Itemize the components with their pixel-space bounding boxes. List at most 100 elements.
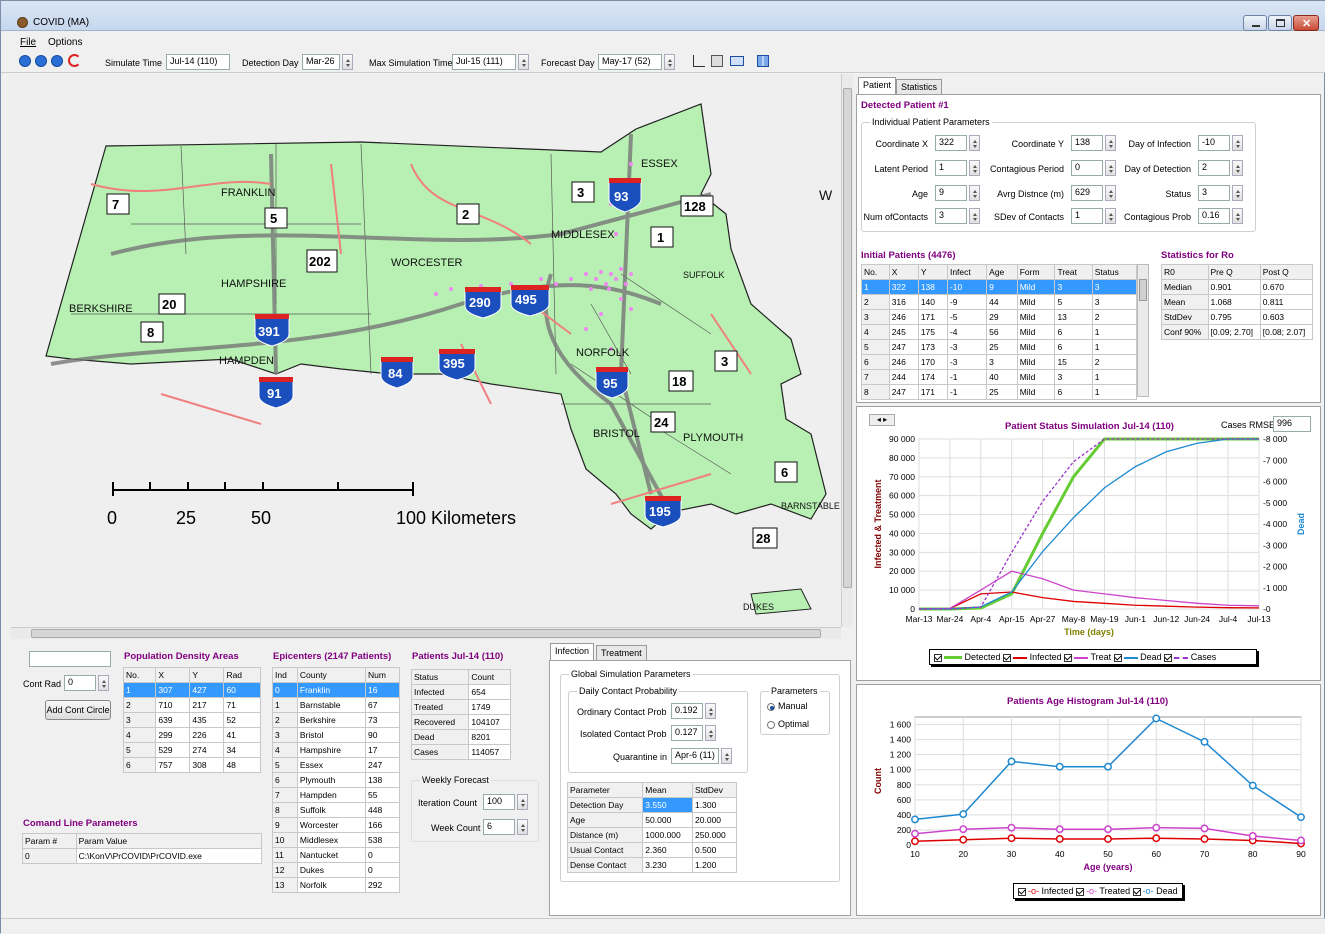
column-header[interactable]: Post Q (1259, 264, 1314, 280)
table-row[interactable]: 5 Essex 247 (272, 757, 400, 773)
ordinary-prob-field[interactable]: 0.192 (671, 703, 703, 719)
map-view[interactable]: FRANKLIN HAMPSHIRE BERKSHIRE HAMPDEN WOR… (11, 74, 841, 627)
patient-field-spinner[interactable] (969, 160, 980, 176)
patient-field-spinner[interactable] (1232, 135, 1243, 151)
patient-field-spinner[interactable] (1105, 208, 1116, 224)
table-row[interactable]: Usual Contact 2.360 0.500 (566, 842, 737, 858)
table-row[interactable]: 4 299 226 41 (122, 727, 261, 743)
table-row[interactable]: 5 529 274 34 (122, 742, 261, 758)
menu-options[interactable]: Options (48, 37, 82, 48)
column-header[interactable]: No. (861, 264, 890, 280)
table-row[interactable]: 8 Suffolk 448 (272, 802, 400, 818)
column-header[interactable]: Age (986, 264, 1018, 280)
table-row[interactable]: 3 Bristol 90 (272, 727, 400, 743)
first-icon[interactable] (19, 55, 31, 67)
patient-field-value[interactable]: 3 (935, 208, 967, 224)
patient-field-spinner[interactable] (1232, 185, 1243, 201)
county-input[interactable] (29, 651, 111, 667)
table-row[interactable]: 2 Berkshire 73 (272, 712, 400, 728)
table-row[interactable]: 9 Worcester 166 (272, 817, 400, 833)
legend-cases[interactable]: Cases (1164, 652, 1216, 662)
tab-treatment[interactable]: Treatment (596, 645, 647, 661)
legend-age-dead[interactable]: -o- Dead (1132, 886, 1178, 896)
week-count-field[interactable]: 6 (483, 819, 515, 835)
table-row[interactable]: 13 Norfolk 292 (272, 877, 400, 893)
refresh-icon[interactable] (68, 54, 81, 67)
max-sim-time-field[interactable]: Jul-15 (111) (452, 54, 516, 70)
column-header[interactable]: County (296, 667, 367, 683)
column-header[interactable]: Ind (272, 667, 298, 683)
table-row[interactable]: 7 Hampden 55 (272, 787, 400, 803)
table-row[interactable]: Treated 1749 (410, 699, 511, 715)
iteration-field[interactable]: 100 (483, 794, 515, 810)
map-horizontal-scrollbar[interactable] (11, 627, 841, 639)
table-row[interactable]: Recovered 104107 (410, 714, 511, 730)
patient-field-spinner[interactable] (1105, 185, 1116, 201)
patient-field-value[interactable]: 322 (935, 135, 967, 151)
column-header[interactable]: R0 (1161, 264, 1209, 280)
table-row[interactable]: 5 247 173 -3 25 Mild 6 1 (861, 339, 1138, 355)
legend-age-treated[interactable]: -o- Treated (1076, 886, 1130, 896)
patient-field-spinner[interactable] (969, 185, 980, 201)
next-icon[interactable] (51, 55, 63, 67)
legend-treat[interactable]: Treat (1064, 652, 1111, 662)
table-row[interactable]: Detection Day 3.550 1.300 (566, 797, 737, 813)
table-row[interactable]: 4 245 175 -4 56 Mild 6 1 (861, 324, 1138, 340)
manual-radio[interactable]: Manual (767, 701, 808, 711)
table-row[interactable]: 0 Franklin 16 (272, 682, 400, 698)
legend-infected[interactable]: Infected (1003, 652, 1062, 662)
table-row[interactable]: Mean 1.068 0.811 (1161, 294, 1314, 310)
quarantine-field[interactable]: Apr-6 (11) (671, 748, 719, 764)
forecast-day-field[interactable]: May-17 (52) (598, 54, 662, 70)
chart-nav-buttons[interactable]: ◂ ▸ (869, 414, 895, 426)
column-header[interactable]: Y (189, 667, 225, 683)
legend-dead[interactable]: Dead (1113, 652, 1162, 662)
patient-field-spinner[interactable] (1105, 160, 1116, 176)
table-row[interactable]: 6 Plymouth 138 (272, 772, 400, 788)
split-icon[interactable] (757, 55, 769, 67)
isolated-prob-spinner[interactable] (705, 725, 716, 741)
legend-detected[interactable]: Detected (934, 652, 1001, 662)
tab-infection[interactable]: Infection (550, 643, 595, 661)
menu-file[interactable]: File (20, 37, 36, 48)
isolated-prob-field[interactable]: 0.127 (671, 725, 703, 741)
forecast-day-spinner[interactable] (664, 54, 675, 70)
table-row[interactable]: 8 247 171 -1 25 Mild 6 1 (861, 384, 1138, 400)
column-header[interactable]: Pre Q (1207, 264, 1261, 280)
patient-field-value[interactable]: 9 (935, 185, 967, 201)
patient-field-spinner[interactable] (969, 135, 980, 151)
table-row[interactable]: 2 316 140 -9 44 Mild 5 3 (861, 294, 1138, 310)
play-icon[interactable] (35, 55, 47, 67)
table-row[interactable]: 6 246 170 -3 3 Mild 15 2 (861, 354, 1138, 370)
table-row[interactable]: 12 Dukes 0 (272, 862, 400, 878)
legend-age-infected[interactable]: -o- Infected (1018, 886, 1074, 896)
table-row[interactable]: Infected 654 (410, 684, 511, 700)
table-row[interactable]: 3 639 435 52 (122, 712, 261, 728)
column-header[interactable]: Status (410, 669, 470, 685)
table-row[interactable]: 7 244 174 -1 40 Mild 3 1 (861, 369, 1138, 385)
detection-day-spinner[interactable] (342, 54, 353, 70)
patient-field-value[interactable]: 0 (1071, 160, 1103, 176)
tab-patient[interactable]: Patient (858, 77, 897, 95)
column-header[interactable]: Treat (1054, 264, 1093, 280)
map-vertical-scrollbar[interactable] (841, 74, 853, 627)
patient-field-value[interactable]: 138 (1071, 135, 1103, 151)
patient-field-value[interactable]: 629 (1071, 185, 1103, 201)
table-row[interactable]: Median 0.901 0.670 (1161, 279, 1314, 295)
iteration-spinner[interactable] (517, 794, 528, 810)
table-row[interactable]: StdDev 0.795 0.603 (1161, 309, 1314, 325)
table-row[interactable]: Conf 90% [0.09; 2.70] [0.08; 2.07] (1161, 324, 1314, 340)
column-header[interactable]: Form (1016, 264, 1056, 280)
patient-field-value[interactable]: 2 (1198, 160, 1230, 176)
column-header[interactable]: Rad (223, 667, 261, 683)
column-header[interactable]: Count (468, 669, 511, 685)
table-row[interactable]: 1 322 138 -10 9 Mild 3 3 (861, 279, 1138, 295)
patient-field-value[interactable]: -10 (1198, 135, 1230, 151)
patient-field-spinner[interactable] (1232, 208, 1243, 224)
chart-icon[interactable] (693, 55, 705, 67)
patient-field-value[interactable]: 0.16 (1198, 208, 1230, 224)
column-header[interactable]: No. (122, 667, 157, 683)
tab-statistics[interactable]: Statistics (896, 79, 943, 95)
table-row[interactable]: 4 Hampshire 17 (272, 742, 400, 758)
patient-field-spinner[interactable] (1105, 135, 1116, 151)
